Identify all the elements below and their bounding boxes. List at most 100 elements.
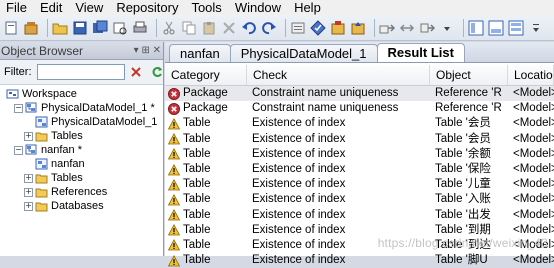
paste-icon[interactable]	[201, 20, 217, 36]
tree-expander[interactable]: −	[14, 145, 23, 155]
result-list-toggle-icon[interactable]	[508, 20, 524, 36]
delete-icon[interactable]	[221, 20, 237, 36]
menu-view[interactable]: View	[69, 0, 110, 15]
category-cell: Table	[165, 147, 247, 162]
repository-icon[interactable]	[330, 20, 346, 36]
open-package-icon[interactable]	[23, 20, 39, 36]
tree-node[interactable]: PhysicalDataModel_1	[0, 115, 163, 129]
warning-icon	[168, 239, 180, 251]
object-cell: Table '会员	[435, 117, 491, 130]
tree-node[interactable]: + Databases	[0, 199, 163, 213]
category-text: Package	[183, 102, 228, 115]
tab-nanfan[interactable]: nanfan	[169, 44, 231, 62]
category-cell: Package	[165, 101, 247, 116]
check-cell: Existence of index	[252, 193, 346, 206]
folder-icon	[35, 130, 48, 142]
object-cell: Table '余额	[435, 147, 491, 160]
category-text: Table	[183, 147, 211, 160]
update-repository-icon[interactable]	[350, 20, 366, 36]
tree-node[interactable]: − PhysicalDataModel_1 *	[0, 101, 163, 115]
table-row[interactable]: Table Existence of index Table '会员 <Model>	[165, 116, 554, 131]
menu-help[interactable]: Help	[288, 0, 328, 15]
undo-icon[interactable]	[241, 20, 257, 36]
new-icon[interactable]	[3, 20, 19, 36]
tab-physicaldatamodel-1[interactable]: PhysicalDataModel_1	[229, 44, 378, 62]
table-row[interactable]: Table Existence of index Table '入账 <Model>	[165, 192, 554, 207]
table-row[interactable]: Table Existence of index Table '儿童 <Model>	[165, 177, 554, 192]
merge-icon[interactable]	[419, 20, 435, 36]
category-cell: Table	[165, 223, 247, 238]
tree-node-label: nanfan *	[41, 144, 82, 156]
open-folder-icon[interactable]	[52, 20, 68, 36]
toolbar-dropdown-icon[interactable]	[528, 20, 544, 36]
category-cell: Table	[165, 238, 247, 253]
table-row[interactable]: Package Constraint name uniqueness Referen…	[165, 101, 554, 116]
table-row[interactable]: Table Existence of index Table '脚U <Model>	[165, 253, 554, 268]
save-all-icon[interactable]	[92, 20, 108, 36]
result-list-header: CategoryCheckObjectLocation	[165, 65, 554, 86]
check-cell: Existence of index	[252, 178, 346, 191]
tree-expander[interactable]: +	[24, 201, 33, 211]
model-icon	[25, 144, 38, 156]
category-cell: Table	[165, 253, 247, 268]
table-row[interactable]: Table Existence of index Table '保险 <Model>	[165, 162, 554, 177]
column-header-object[interactable]: Object	[430, 65, 508, 85]
location-cell: <Model>	[513, 162, 554, 175]
menu-tools[interactable]: Tools	[185, 0, 228, 15]
browser-toggle-icon[interactable]	[468, 20, 484, 36]
tree-expander[interactable]: +	[24, 131, 33, 141]
content-area: nanfan PhysicalDataModel_1 Result List Cat…	[165, 42, 554, 266]
tree-expander[interactable]: +	[24, 187, 33, 197]
table-row[interactable]: Table Existence of index Table '会员 <Model>	[165, 132, 554, 147]
folder-icon	[35, 186, 48, 198]
clear-filter-icon[interactable]	[130, 66, 143, 78]
warning-icon	[168, 209, 180, 221]
table-row[interactable]: Table Existence of index Table '出发 <Model>	[165, 208, 554, 223]
print-icon[interactable]	[132, 20, 148, 36]
tree-node[interactable]: + Tables	[0, 129, 163, 143]
category-text: Table	[183, 238, 211, 251]
watermark: https://blog.csdn.net/weixin_43	[377, 236, 548, 250]
tree-expander[interactable]: −	[14, 103, 23, 113]
output-toggle-icon[interactable]	[488, 20, 504, 36]
object-cell: Table '入账	[435, 193, 491, 206]
refresh-icon[interactable]	[151, 66, 164, 78]
dropdown-icon[interactable]	[439, 20, 455, 36]
column-header-check[interactable]: Check	[247, 65, 430, 85]
toolbar-separator	[463, 18, 464, 37]
save-icon[interactable]	[72, 20, 88, 36]
tree-node[interactable]: + References	[0, 185, 163, 199]
table-row[interactable]: Table Existence of index Table '余额 <Model>	[165, 147, 554, 162]
model-check-icon[interactable]	[310, 19, 326, 36]
tree-expander[interactable]: +	[24, 173, 33, 183]
table-row[interactable]: Package Constraint name uniqueness Referen…	[165, 86, 554, 102]
menu-edit[interactable]: Edit	[34, 0, 69, 15]
location-cell: <Model>	[513, 208, 554, 221]
menu-file[interactable]: File	[0, 0, 34, 15]
column-header-location[interactable]: Location	[508, 65, 554, 85]
category-cell: Table	[165, 116, 247, 131]
tree-node[interactable]: + Tables	[0, 171, 163, 185]
category-text: Table	[183, 208, 211, 221]
consolidate-icon[interactable]	[379, 20, 395, 36]
column-header-category[interactable]: Category	[165, 65, 247, 85]
location-cell: <Model>	[513, 132, 554, 145]
error-icon	[168, 102, 180, 115]
warning-icon	[168, 117, 180, 130]
cut-icon[interactable]	[161, 20, 177, 36]
category-text: Package	[183, 87, 228, 100]
copy-icon[interactable]	[181, 20, 197, 36]
menu-window[interactable]: Window	[229, 0, 288, 15]
tree-node[interactable]: nanfan	[0, 157, 163, 171]
tree-node[interactable]: Workspace	[0, 87, 163, 101]
properties-icon[interactable]	[290, 20, 306, 36]
compare-icon[interactable]	[399, 20, 415, 36]
tree-node[interactable]: − nanfan *	[0, 143, 163, 157]
tab-result-list[interactable]: Result List	[376, 43, 465, 62]
panel-controls[interactable]: ▾ ⊞ ✕	[134, 45, 161, 56]
tree-node-label: nanfan	[51, 158, 85, 170]
filter-input[interactable]	[36, 64, 125, 80]
menu-repository[interactable]: Repository	[110, 0, 185, 15]
redo-icon[interactable]	[261, 20, 277, 36]
print-preview-icon[interactable]	[112, 20, 128, 36]
